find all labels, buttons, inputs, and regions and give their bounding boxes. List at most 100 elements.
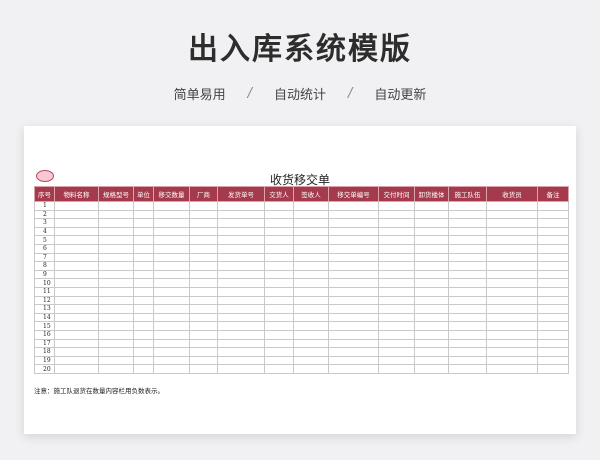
table-cell[interactable] xyxy=(378,269,415,280)
table-cell[interactable] xyxy=(133,218,154,228)
table-cell[interactable] xyxy=(217,312,265,323)
table-cell[interactable] xyxy=(133,321,154,331)
table-cell[interactable] xyxy=(133,261,154,271)
table-cell[interactable] xyxy=(264,304,294,314)
table-cell[interactable] xyxy=(293,312,329,323)
table-cell[interactable] xyxy=(293,218,329,228)
table-cell[interactable] xyxy=(537,347,569,357)
table-cell[interactable] xyxy=(189,226,218,237)
table-cell[interactable] xyxy=(537,269,569,280)
table-cell[interactable] xyxy=(486,321,538,331)
table-cell[interactable] xyxy=(153,312,190,323)
table-cell[interactable] xyxy=(328,286,379,297)
table-cell[interactable] xyxy=(328,347,379,357)
table-cell[interactable] xyxy=(486,235,538,245)
table-cell[interactable] xyxy=(264,278,294,288)
row-number-cell[interactable]: 1 xyxy=(34,201,55,211)
table-cell[interactable] xyxy=(153,364,190,374)
table-cell[interactable] xyxy=(414,338,449,349)
table-cell[interactable] xyxy=(264,218,294,228)
table-cell[interactable] xyxy=(264,295,294,306)
table-cell[interactable] xyxy=(264,209,294,220)
table-cell[interactable] xyxy=(217,347,265,357)
table-cell[interactable] xyxy=(448,269,487,280)
table-cell[interactable] xyxy=(293,286,329,297)
table-cell[interactable] xyxy=(153,209,190,220)
table-cell[interactable] xyxy=(486,201,538,211)
table-cell[interactable] xyxy=(189,338,218,349)
table-cell[interactable] xyxy=(54,209,99,220)
table-cell[interactable] xyxy=(54,355,99,366)
table-cell[interactable] xyxy=(98,329,134,340)
table-cell[interactable] xyxy=(328,243,379,254)
table-cell[interactable] xyxy=(486,338,538,349)
table-cell[interactable] xyxy=(293,347,329,357)
table-cell[interactable] xyxy=(54,201,99,211)
table-cell[interactable] xyxy=(448,235,487,245)
table-cell[interactable] xyxy=(54,235,99,245)
table-cell[interactable] xyxy=(486,312,538,323)
table-cell[interactable] xyxy=(414,226,449,237)
table-cell[interactable] xyxy=(293,364,329,374)
table-cell[interactable] xyxy=(448,209,487,220)
table-cell[interactable] xyxy=(153,218,190,228)
table-cell[interactable] xyxy=(328,304,379,314)
table-cell[interactable] xyxy=(54,312,99,323)
table-cell[interactable] xyxy=(537,235,569,245)
row-number-cell[interactable]: 4 xyxy=(34,226,55,237)
table-cell[interactable] xyxy=(486,278,538,288)
table-cell[interactable] xyxy=(153,329,190,340)
table-cell[interactable] xyxy=(264,347,294,357)
table-cell[interactable] xyxy=(133,286,154,297)
table-cell[interactable] xyxy=(98,201,134,211)
table-cell[interactable] xyxy=(264,243,294,254)
table-cell[interactable] xyxy=(189,201,218,211)
table-cell[interactable] xyxy=(153,355,190,366)
table-cell[interactable] xyxy=(293,261,329,271)
table-cell[interactable] xyxy=(189,312,218,323)
table-cell[interactable] xyxy=(486,347,538,357)
table-cell[interactable] xyxy=(328,355,379,366)
table-cell[interactable] xyxy=(378,218,415,228)
table-cell[interactable] xyxy=(54,243,99,254)
table-cell[interactable] xyxy=(217,269,265,280)
table-cell[interactable] xyxy=(378,295,415,306)
table-cell[interactable] xyxy=(537,201,569,211)
row-number-cell[interactable]: 18 xyxy=(34,347,55,357)
table-cell[interactable] xyxy=(537,338,569,349)
table-cell[interactable] xyxy=(189,243,218,254)
table-cell[interactable] xyxy=(54,218,99,228)
table-cell[interactable] xyxy=(448,201,487,211)
table-cell[interactable] xyxy=(217,338,265,349)
row-number-cell[interactable]: 16 xyxy=(34,329,55,340)
table-cell[interactable] xyxy=(378,286,415,297)
table-cell[interactable] xyxy=(486,209,538,220)
table-cell[interactable] xyxy=(537,329,569,340)
table-cell[interactable] xyxy=(153,338,190,349)
table-cell[interactable] xyxy=(486,364,538,374)
table-cell[interactable] xyxy=(537,261,569,271)
table-cell[interactable] xyxy=(537,286,569,297)
table-cell[interactable] xyxy=(264,364,294,374)
table-cell[interactable] xyxy=(328,209,379,220)
table-cell[interactable] xyxy=(133,295,154,306)
table-cell[interactable] xyxy=(378,252,415,263)
table-cell[interactable] xyxy=(378,226,415,237)
table-cell[interactable] xyxy=(293,243,329,254)
table-cell[interactable] xyxy=(98,243,134,254)
table-cell[interactable] xyxy=(414,209,449,220)
table-cell[interactable] xyxy=(414,364,449,374)
table-cell[interactable] xyxy=(133,269,154,280)
table-cell[interactable] xyxy=(153,295,190,306)
table-cell[interactable] xyxy=(264,355,294,366)
table-cell[interactable] xyxy=(264,269,294,280)
table-cell[interactable] xyxy=(264,201,294,211)
table-cell[interactable] xyxy=(153,321,190,331)
table-cell[interactable] xyxy=(328,278,379,288)
table-cell[interactable] xyxy=(133,338,154,349)
table-cell[interactable] xyxy=(54,338,99,349)
table-cell[interactable] xyxy=(414,355,449,366)
table-cell[interactable] xyxy=(378,201,415,211)
table-cell[interactable] xyxy=(98,312,134,323)
table-cell[interactable] xyxy=(133,347,154,357)
